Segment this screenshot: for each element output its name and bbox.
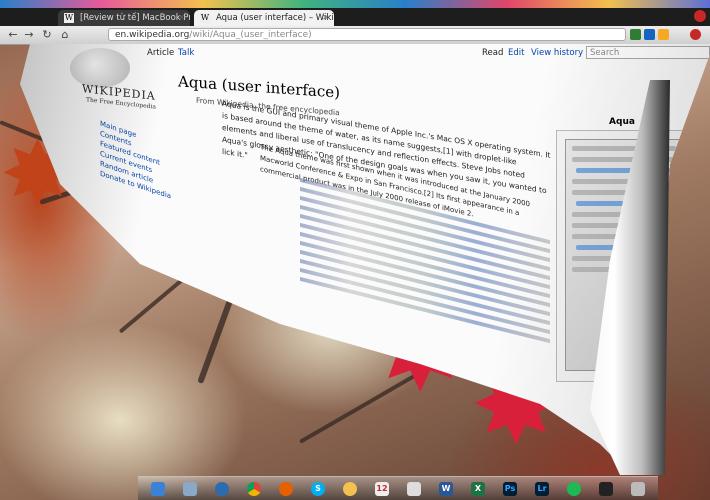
trash-icon[interactable]	[631, 481, 645, 496]
lightroom-icon[interactable]: Lr	[535, 481, 549, 496]
record-button-icon[interactable]	[694, 10, 706, 22]
dock: S 12 W X Ps Lr	[138, 476, 658, 500]
notes-icon[interactable]	[407, 481, 421, 496]
url-host: en.wikipedia.org	[115, 30, 190, 40]
photoshop-icon[interactable]: Ps	[503, 481, 517, 496]
wikipedia-logo	[70, 48, 130, 88]
sidebar-nav: Main page Contents Featured content Curr…	[100, 118, 171, 201]
browser-tab-active[interactable]: W Aqua (user interface) – Wiki ✕	[194, 10, 334, 26]
address-bar[interactable]: en.wikipedia.org/wiki/Aqua_(user_interfa…	[108, 28, 626, 41]
home-icon[interactable]: ⌂	[58, 28, 72, 42]
wikipedia-favicon-icon: W	[64, 13, 74, 23]
window-controls	[694, 10, 706, 22]
spotify-icon[interactable]	[567, 481, 581, 496]
browser-tab[interactable]: W [Review từ tế] MacBook Pro ✕	[58, 10, 190, 26]
extension-icon[interactable]	[644, 29, 655, 40]
finder-icon[interactable]	[151, 481, 165, 496]
browser-tabbar: W [Review từ tế] MacBook Pro ✕ W Aqua (u…	[0, 8, 710, 26]
messages-icon[interactable]	[343, 481, 357, 496]
url-path: /wiki/Aqua_(user_interface)	[189, 30, 312, 40]
tab-article[interactable]: Article	[147, 48, 174, 58]
close-tab-icon[interactable]: ✕	[178, 10, 185, 26]
extension-icon[interactable]	[630, 29, 641, 40]
browser-toolbar: ← → ↻ ⌂ en.wikipedia.org/wiki/Aqua_(user…	[0, 26, 710, 45]
mail-icon[interactable]	[183, 481, 197, 496]
chrome-icon[interactable]	[247, 481, 261, 496]
calendar-icon[interactable]: 12	[375, 481, 389, 496]
reload-icon[interactable]: ↻	[40, 28, 54, 42]
forward-icon[interactable]: →	[22, 28, 36, 42]
back-icon[interactable]: ←	[6, 28, 20, 42]
tab-talk[interactable]: Talk	[178, 48, 194, 58]
excel-icon[interactable]: X	[471, 481, 485, 496]
extension-icon[interactable]	[658, 29, 669, 40]
tab-read[interactable]: Read	[482, 48, 503, 58]
wiki-search-input[interactable]: Search	[586, 46, 710, 59]
safari-icon[interactable]	[215, 481, 229, 496]
menu-icon[interactable]	[690, 29, 701, 40]
tab-edit[interactable]: Edit	[508, 48, 524, 58]
firefox-icon[interactable]	[279, 481, 293, 496]
terminal-icon[interactable]	[599, 481, 613, 496]
tab-title: [Review từ tế] MacBook Pro	[80, 13, 190, 23]
wikipedia-favicon-icon: W	[200, 13, 210, 23]
close-tab-icon[interactable]: ✕	[322, 10, 329, 26]
tab-view-history[interactable]: View history	[531, 48, 583, 58]
tab-title: Aqua (user interface) – Wiki	[216, 13, 334, 23]
word-icon[interactable]: W	[439, 481, 453, 496]
skype-icon[interactable]: S	[311, 481, 325, 496]
